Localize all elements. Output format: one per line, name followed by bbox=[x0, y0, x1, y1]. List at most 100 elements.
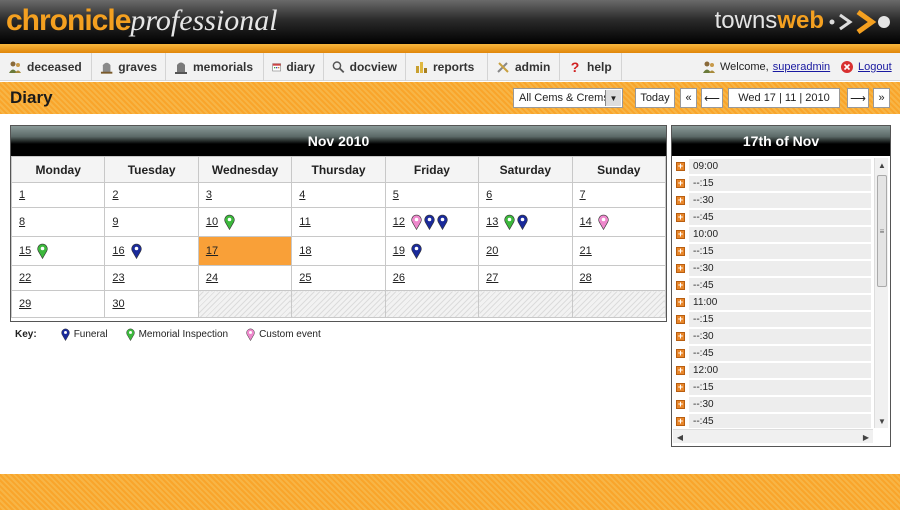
day-cell[interactable]: 13 bbox=[478, 207, 573, 237]
day-number-link[interactable]: 3 bbox=[206, 189, 212, 201]
day-cell[interactable]: 3 bbox=[197, 182, 293, 208]
day-number-link[interactable]: 22 bbox=[19, 272, 31, 284]
add-event-icon[interactable]: + bbox=[676, 247, 685, 256]
add-event-icon[interactable]: + bbox=[676, 179, 685, 188]
horizontal-scrollbar[interactable]: ◀ ▶ bbox=[673, 429, 873, 443]
menu-docview[interactable]: docview bbox=[324, 53, 406, 81]
funeral-pin-icon[interactable] bbox=[424, 214, 435, 230]
scroll-thumb[interactable]: ≡ bbox=[877, 175, 887, 287]
time-slot-label[interactable]: --:45 bbox=[689, 414, 871, 428]
day-number-link[interactable]: 16 bbox=[112, 245, 124, 257]
memorial-pin-icon[interactable] bbox=[504, 214, 515, 230]
day-number-link[interactable]: 19 bbox=[393, 245, 405, 257]
add-event-icon[interactable]: + bbox=[676, 213, 685, 222]
add-event-icon[interactable]: + bbox=[676, 315, 685, 324]
add-event-icon[interactable]: + bbox=[676, 417, 685, 426]
time-slot-label[interactable]: --:30 bbox=[689, 193, 871, 208]
day-number-link[interactable]: 12 bbox=[393, 216, 405, 228]
day-number-link[interactable]: 7 bbox=[580, 189, 586, 201]
today-button[interactable]: Today bbox=[635, 88, 675, 108]
funeral-pin-icon[interactable] bbox=[61, 328, 70, 341]
day-cell[interactable]: 9 bbox=[104, 207, 199, 237]
memorial-pin-icon[interactable] bbox=[37, 243, 48, 259]
memorial-pin-icon[interactable] bbox=[125, 328, 135, 341]
menu-help[interactable]: ? help bbox=[560, 53, 622, 81]
day-number-link[interactable]: 25 bbox=[299, 272, 311, 284]
day-cell[interactable]: 10 bbox=[197, 207, 293, 237]
day-cell[interactable]: 28 bbox=[571, 265, 667, 291]
day-number-link[interactable]: 23 bbox=[112, 272, 124, 284]
day-number-link[interactable]: 5 bbox=[393, 189, 399, 201]
day-cell[interactable]: 5 bbox=[384, 182, 480, 208]
custom-pin-icon[interactable] bbox=[598, 214, 609, 230]
menu-admin[interactable]: admin bbox=[488, 53, 560, 81]
day-cell[interactable]: 1 bbox=[10, 182, 106, 208]
prev-month-button[interactable]: « bbox=[680, 88, 697, 108]
add-event-icon[interactable]: + bbox=[676, 349, 685, 358]
day-cell[interactable]: 16 bbox=[104, 236, 199, 266]
day-cell[interactable]: 21 bbox=[571, 236, 667, 266]
day-cell[interactable]: 20 bbox=[478, 236, 573, 266]
day-number-link[interactable]: 8 bbox=[19, 216, 25, 228]
time-slot-label[interactable]: --:30 bbox=[689, 397, 871, 412]
day-cell[interactable]: 15 bbox=[10, 236, 106, 266]
day-number-link[interactable]: 11 bbox=[299, 216, 310, 228]
day-number-link[interactable]: 20 bbox=[486, 245, 498, 257]
time-slot-label[interactable]: 09:00 bbox=[689, 159, 871, 174]
add-event-icon[interactable]: + bbox=[676, 230, 685, 239]
menu-reports[interactable]: reports bbox=[406, 53, 488, 81]
time-slot-label[interactable]: --:15 bbox=[689, 380, 871, 395]
add-event-icon[interactable]: + bbox=[676, 400, 685, 409]
time-slot-label[interactable]: --:30 bbox=[689, 329, 871, 344]
add-event-icon[interactable]: + bbox=[676, 264, 685, 273]
menu-deceased[interactable]: deceased bbox=[0, 53, 92, 81]
time-slot-label[interactable]: --:15 bbox=[689, 176, 871, 191]
scroll-left-icon[interactable]: ◀ bbox=[673, 430, 687, 444]
day-number-link[interactable]: 24 bbox=[206, 272, 218, 284]
add-event-icon[interactable]: + bbox=[676, 281, 685, 290]
time-slot-label[interactable]: --:15 bbox=[689, 244, 871, 259]
add-event-icon[interactable]: + bbox=[676, 383, 685, 392]
day-number-link[interactable]: 13 bbox=[486, 216, 498, 228]
time-slot-label[interactable]: --:30 bbox=[689, 261, 871, 276]
day-cell[interactable]: 29 bbox=[10, 290, 106, 318]
day-cell[interactable]: 2 bbox=[104, 182, 199, 208]
day-cell[interactable]: 25 bbox=[291, 265, 386, 291]
vertical-scrollbar[interactable]: ▲ ≡ ▼ bbox=[874, 158, 888, 428]
day-cell[interactable]: 23 bbox=[104, 265, 199, 291]
day-cell[interactable]: 26 bbox=[384, 265, 480, 291]
add-event-icon[interactable]: + bbox=[676, 332, 685, 341]
day-number-link[interactable]: 2 bbox=[112, 189, 118, 201]
day-number-link[interactable]: 28 bbox=[580, 272, 592, 284]
funeral-pin-icon[interactable] bbox=[517, 214, 528, 230]
menu-memorials[interactable]: memorials bbox=[166, 53, 264, 81]
day-number-link[interactable]: 17 bbox=[206, 245, 218, 257]
funeral-pin-icon[interactable] bbox=[411, 243, 422, 259]
day-cell[interactable]: 7 bbox=[571, 182, 667, 208]
day-cell[interactable]: 19 bbox=[384, 236, 480, 266]
day-number-link[interactable]: 14 bbox=[580, 216, 592, 228]
user-link[interactable]: superadmin bbox=[773, 61, 830, 73]
add-event-icon[interactable]: + bbox=[676, 196, 685, 205]
add-event-icon[interactable]: + bbox=[676, 366, 685, 375]
day-number-link[interactable]: 4 bbox=[299, 189, 305, 201]
day-cell[interactable]: 27 bbox=[478, 265, 573, 291]
cemetery-select[interactable]: All Cems & Crems ▼ bbox=[513, 88, 623, 108]
time-slot-label[interactable]: --:45 bbox=[689, 278, 871, 293]
memorial-pin-icon[interactable] bbox=[224, 214, 235, 230]
day-cell[interactable]: 12 bbox=[384, 207, 480, 237]
add-event-icon[interactable]: + bbox=[676, 162, 685, 171]
logout-icon[interactable] bbox=[840, 60, 854, 74]
day-cell[interactable]: 24 bbox=[197, 265, 293, 291]
day-cell[interactable]: 6 bbox=[478, 182, 573, 208]
funeral-pin-icon[interactable] bbox=[131, 243, 142, 259]
funeral-pin-icon[interactable] bbox=[437, 214, 448, 230]
day-number-link[interactable]: 21 bbox=[580, 245, 592, 257]
custom-pin-icon[interactable] bbox=[411, 214, 422, 230]
day-number-link[interactable]: 9 bbox=[112, 216, 118, 228]
time-slot-label[interactable]: --:45 bbox=[689, 346, 871, 361]
scroll-right-icon[interactable]: ▶ bbox=[859, 430, 873, 444]
day-number-link[interactable]: 29 bbox=[19, 298, 31, 310]
today-cell[interactable]: 17 bbox=[197, 236, 293, 266]
time-slot-label[interactable]: --:15 bbox=[689, 312, 871, 327]
